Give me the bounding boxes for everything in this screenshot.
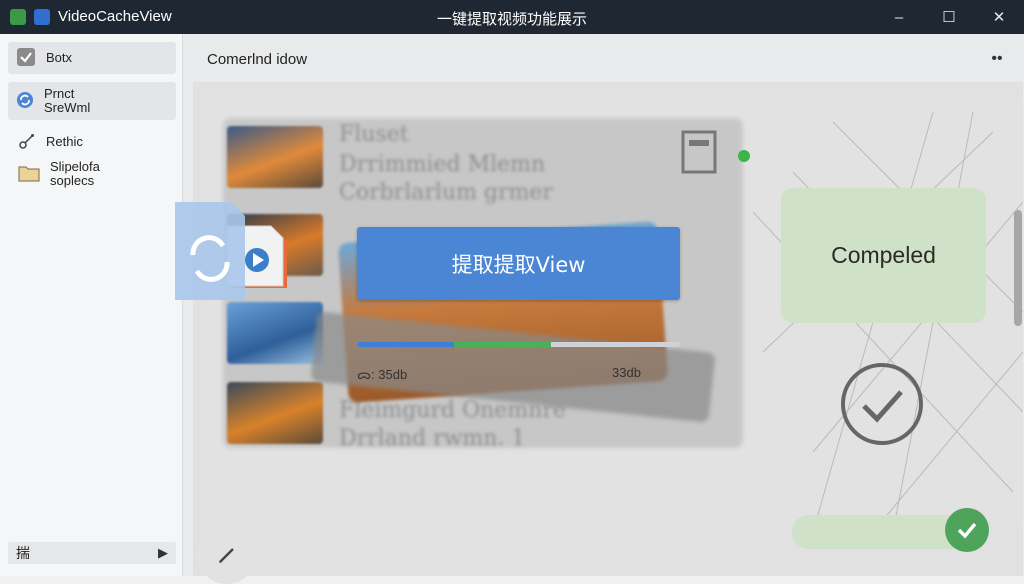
close-button[interactable]: ✕	[974, 0, 1024, 34]
edit-button[interactable]	[198, 526, 256, 584]
sidebar-footer[interactable]: 揣 ▶	[8, 542, 176, 564]
status-dot-indicator	[738, 150, 750, 162]
sidebar-item-slipelofa[interactable]: Slipelofa soplecs	[8, 156, 176, 192]
window-controls: – ☐ ✕	[874, 0, 1024, 34]
check-box-icon	[16, 47, 36, 70]
sidebar-footer-label: 揣	[16, 545, 30, 561]
extract-view-button[interactable]: 提取提取View	[357, 227, 680, 300]
blurred-text: Fluset	[339, 122, 409, 147]
more-options-button[interactable]: ••	[982, 44, 1012, 74]
window-title: 一键提取视频功能展示	[436, 10, 587, 28]
blurred-text: Drrland rwmn. 1	[339, 426, 526, 451]
play-arrow-icon: ▶	[158, 545, 168, 560]
floating-file-icon	[175, 200, 287, 300]
progress-right-meta: 33db	[612, 365, 641, 380]
blurred-text: Corbrlarlum grmer	[339, 180, 553, 205]
sidebar: Botx Prnct SreWml Rethic Slipelofa sople…	[0, 34, 183, 576]
status-card: Compeled	[781, 188, 986, 323]
video-thumbnail[interactable]	[227, 126, 323, 188]
progress-fill-green	[453, 342, 551, 347]
sidebar-item-label: Slipelofa soplecs	[50, 159, 100, 188]
completion-pill	[792, 515, 967, 549]
document-status-icon	[681, 130, 717, 174]
video-thumbnail[interactable]	[227, 382, 323, 444]
sidebar-item-label: Botx	[46, 50, 73, 65]
minimize-button[interactable]: –	[874, 0, 924, 34]
title-bar: VideoCacheView 一键提取视频功能展示 – ☐ ✕	[0, 0, 1024, 34]
blurred-text: Drrimmied Mlemn	[339, 152, 546, 177]
sidebar-item-label: Rethic	[46, 134, 83, 149]
completed-check-icon	[841, 363, 923, 445]
pencil-icon	[219, 548, 234, 563]
folder-icon	[18, 164, 40, 185]
success-check-icon[interactable]	[945, 508, 989, 552]
sidebar-item-botx[interactable]: Botx	[8, 42, 176, 74]
sidebar-item-rethic[interactable]: Rethic	[8, 130, 176, 154]
progress-left-meta: ᯅ: 35db	[357, 367, 408, 382]
progress-fill-blue	[357, 342, 454, 347]
video-thumbnail[interactable]	[227, 302, 323, 364]
sidebar-item-prnct[interactable]: Prnct SreWml	[8, 82, 176, 120]
maximize-button[interactable]: ☐	[924, 0, 974, 34]
sync-circle-icon	[16, 91, 34, 112]
link-icon	[18, 132, 36, 153]
page-title: Comerlnd idow	[207, 51, 308, 68]
progress-bar	[357, 342, 680, 347]
scrollbar-thumb[interactable]	[1014, 210, 1022, 326]
preview-canvas: Fluset Drrimmied Mlemn Corbrlarlum grmer…	[193, 82, 1023, 576]
sidebar-item-label: Prnct SreWml	[44, 86, 91, 115]
